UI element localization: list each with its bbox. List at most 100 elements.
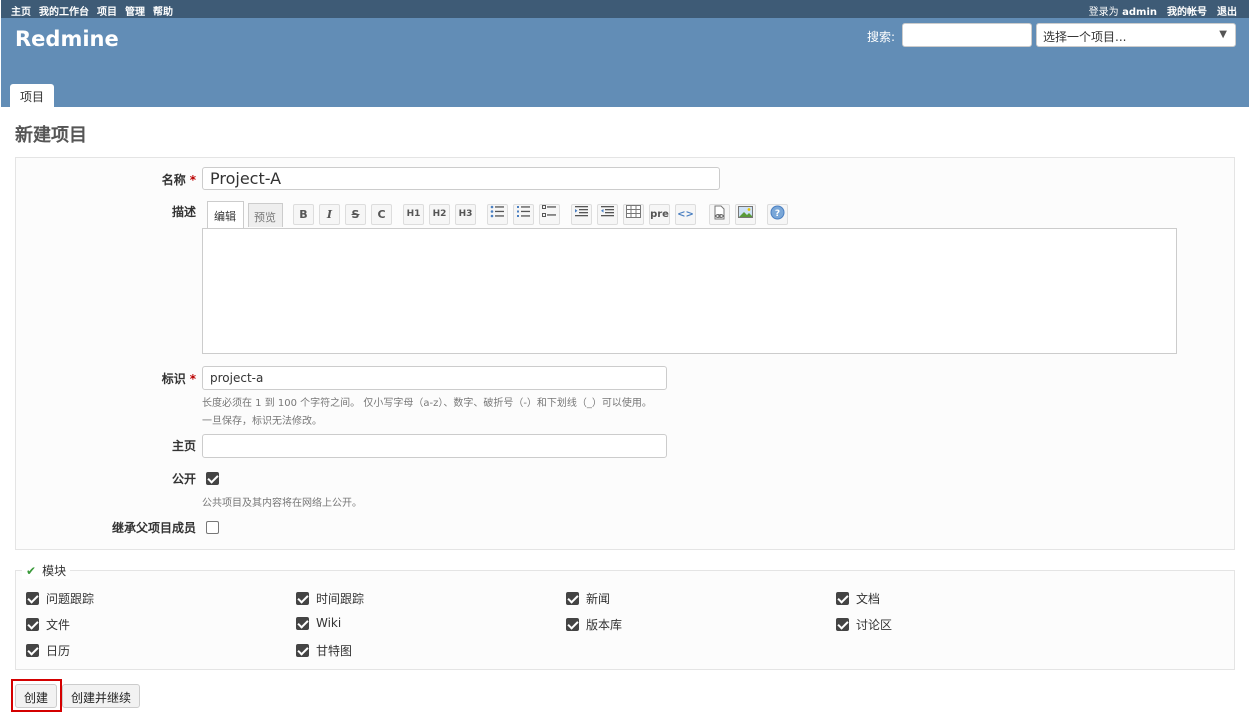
module-checkbox[interactable] [836,592,849,605]
pre-button[interactable]: pre [649,204,670,225]
module-forums[interactable]: 讨论区 [836,616,892,633]
module-time-tracking[interactable]: 时间跟踪 [296,590,364,607]
module-label: 新闻 [586,592,611,606]
module-checkbox[interactable] [836,618,849,631]
heading3-button[interactable]: H3 [455,204,476,225]
create-button-highlight [11,679,62,712]
name-label-text: 名称 [161,173,186,187]
heading2-button[interactable]: H2 [429,204,450,225]
create-and-continue-button[interactable]: 创建并继续 [62,684,141,708]
module-label: 问题跟踪 [46,592,95,606]
inherit-members-checkbox[interactable] [206,521,219,534]
logged-in-as: 登录为 admin [1089,3,1157,18]
module-label: 文档 [856,592,881,606]
module-label: Wiki [316,616,342,630]
identifier-value: project-a [210,371,264,385]
code-block-button[interactable]: <> [675,204,696,225]
module-wiki[interactable]: Wiki [296,616,341,630]
identifier-label-text: 标识 [161,372,186,386]
module-gantt[interactable]: 甘特图 [296,642,352,659]
top-menu-my-page[interactable]: 我的工作台 [39,3,89,18]
table-icon[interactable] [623,204,644,225]
module-checkbox[interactable] [26,644,39,657]
module-label: 甘特图 [316,644,353,658]
required-mark: * [189,173,196,187]
module-files[interactable]: 文件 [26,616,70,633]
top-menu-projects[interactable]: 项目 [97,3,117,18]
tab-preview[interactable]: 预览 [248,203,283,227]
description-textarea[interactable] [202,228,1177,354]
module-repository[interactable]: 版本库 [566,616,622,633]
search-label: 搜索: [867,30,896,44]
identifier-input[interactable]: project-a [202,366,667,390]
indent-icon[interactable] [571,204,592,225]
module-checkbox[interactable] [296,616,309,630]
search-input[interactable] [902,23,1032,47]
module-checkbox[interactable] [26,618,39,631]
inherit-members-label: 继承父项目成员 [111,521,196,535]
module-label: 时间跟踪 [316,592,365,606]
name-input[interactable]: Project-A [202,167,720,190]
logout-link[interactable]: 退出 [1217,3,1237,18]
module-label: 讨论区 [856,618,893,632]
my-account-link[interactable]: 我的帐号 [1167,3,1207,18]
tab-projects[interactable]: 项目 [10,84,55,107]
svg-text:?: ? [775,209,780,219]
header: Redmine 搜索: 选择一个项目... ▼ 项目 [1,18,1249,107]
module-checkbox[interactable] [26,592,39,605]
homepage-input[interactable] [202,434,667,458]
public-label: 公开 [171,472,196,486]
name-label: 名称 * [76,171,196,188]
public-checkbox[interactable] [206,472,219,485]
module-checkbox[interactable] [296,644,309,657]
module-label: 版本库 [586,618,623,632]
module-checkbox[interactable] [296,592,309,605]
top-menu-admin[interactable]: 管理 [125,3,145,18]
bold-button[interactable]: B [293,204,314,225]
ordered-list-icon[interactable] [513,204,534,225]
module-checkbox[interactable] [566,618,579,631]
identifier-hint-2: 一旦保存，标识无法修改。 [202,416,322,427]
italic-button[interactable]: I [319,204,340,225]
top-menu-help[interactable]: 帮助 [153,3,173,18]
task-list-icon[interactable] [539,204,560,225]
check-icon: ✔ [26,563,37,578]
help-icon[interactable]: ? [767,204,788,225]
code-inline-button[interactable]: C [371,204,392,225]
module-checkbox[interactable] [566,592,579,605]
link-icon[interactable] [709,204,730,225]
description-label: 描述 [171,205,196,219]
tab-edit[interactable]: 编辑 [207,201,244,228]
unordered-list-icon[interactable] [487,204,508,225]
top-menu: 主页 我的工作台 项目 管理 帮助 登录为 admin 我的帐号 退出 [1,0,1249,18]
module-documents[interactable]: 文档 [836,590,880,607]
module-label: 文件 [46,618,71,632]
top-menu-left: 主页 我的工作台 项目 管理 帮助 [11,3,173,18]
homepage-label: 主页 [171,439,196,453]
heading1-button[interactable]: H1 [403,204,424,225]
project-jump-select[interactable]: 选择一个项目... ▼ [1036,23,1236,47]
identifier-hint: 长度必须在 1 到 100 个字符之间。 仅小写字母（a-z）、数字、破折号（-… [202,398,652,409]
modules-fieldset [15,570,1235,670]
modules-legend[interactable]: ✔ 模块 [22,562,71,579]
login-user[interactable]: admin [1122,7,1157,18]
app-title[interactable]: Redmine [15,27,119,51]
strikethrough-button[interactable]: S [345,204,366,225]
modules-legend-text: 模块 [42,564,67,578]
chevron-down-icon: ▼ [1219,29,1227,40]
name-value: Project-A [210,169,282,188]
top-menu-home[interactable]: 主页 [11,3,31,18]
module-issue-tracking[interactable]: 问题跟踪 [26,590,94,607]
outdent-icon[interactable] [597,204,618,225]
image-icon[interactable] [735,204,756,225]
public-hint: 公共项目及其内容将在网络上公开。 [202,498,362,509]
identifier-label: 标识 * [76,370,196,387]
module-label: 日历 [46,644,71,658]
top-menu-right: 登录为 admin 我的帐号 退出 [1089,3,1237,18]
login-prefix: 登录为 [1088,7,1119,18]
page-title: 新建项目 [15,125,87,146]
module-news[interactable]: 新闻 [566,590,610,607]
module-calendar[interactable]: 日历 [26,642,70,659]
required-mark: * [189,372,196,386]
project-select-value: 选择一个项目... [1043,30,1127,44]
